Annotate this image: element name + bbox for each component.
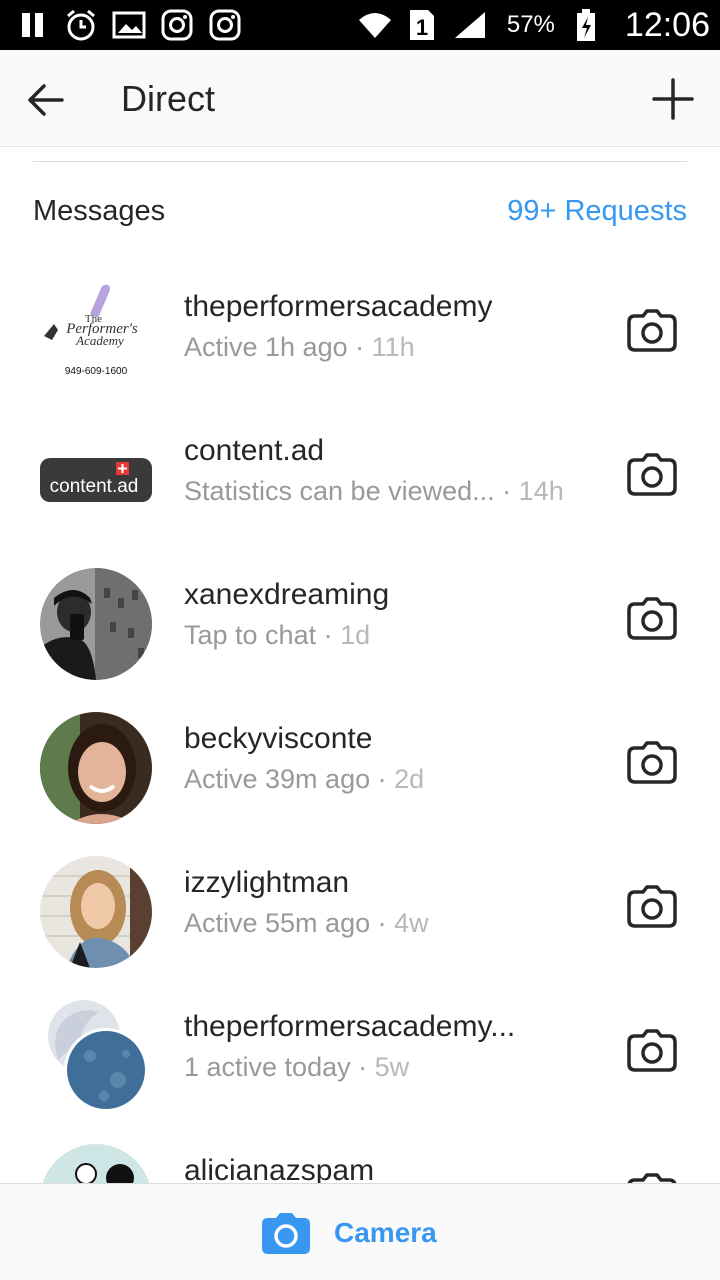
thread-status: Active 39m ago [184,764,371,794]
camera-label: Camera [334,1217,437,1248]
signal-icon [453,8,487,42]
sim-slot-number: 1 [416,15,428,40]
camera-icon[interactable] [627,308,677,352]
camera-icon [262,1212,310,1254]
camera-icon[interactable] [627,740,677,784]
thread-time: 1d [340,620,371,650]
logo-text-phone: 949-609-1600 [65,366,128,377]
thread-status: Tap to chat [184,620,317,650]
bottom-bar: Camera [0,1183,720,1280]
camera-icon[interactable] [627,884,677,928]
thread-subtitle: Tap to chat · 1d [184,620,371,650]
camera-icon[interactable] [627,596,677,640]
thread-username: izzylightman [184,866,350,899]
camera-icon[interactable] [627,1028,677,1072]
thread-row[interactable]: content.ad content.ad Statistics can be … [0,394,720,538]
clock: 12:06 [624,5,710,44]
thread-subtitle: 1 active today · 5w [184,1052,410,1082]
thread-row[interactable]: The Performer's Academy 949-609-1600 the… [0,250,720,394]
avatar [40,712,152,824]
thread-subtitle: Statistics can be viewed... · 14h [184,476,564,506]
camera-icon[interactable] [627,452,677,496]
thread-subtitle: Active 39m ago · 2d [184,764,425,794]
thread-subtitle: Active 1h ago · 11h [184,332,415,362]
avatar: The Performer's Academy 949-609-1600 [40,280,152,392]
page-title: Direct [121,78,216,119]
battery-icon [569,8,603,42]
thread-status: Active 55m ago [184,908,371,938]
thread-status: Statistics can be viewed... [184,476,495,506]
plus-icon[interactable] [652,78,694,120]
group-avatar [40,1000,152,1112]
instagram-icon [208,8,242,42]
thread-time: 11h [371,332,415,362]
thread-username: beckyvisconte [184,722,373,755]
sim-icon: 1 [405,8,439,42]
battery-percent: 57% [506,11,555,38]
pause-icon [16,8,50,42]
thread-list: The Performer's Academy 949-609-1600 the… [0,250,720,1258]
avatar [40,856,152,968]
back-arrow-icon[interactable] [26,80,66,120]
messages-heading: Messages [33,195,166,227]
logo-text-content-ad: content.ad [50,476,139,497]
logo-text-academy: Academy [75,333,124,348]
top-app-bar: Direct [0,50,720,147]
thread-row[interactable]: xanexdreaming Tap to chat · 1d [0,538,720,682]
camera-button[interactable]: Camera [262,1212,437,1254]
instagram-icon [160,8,194,42]
thread-username: content.ad [184,434,325,467]
requests-link[interactable]: 99+ Requests [507,195,687,228]
status-bar: 1 57% 12:06 [0,0,720,50]
thread-status: 1 active today [184,1052,351,1082]
thread-time: 4w [394,908,429,938]
thread-row[interactable]: izzylightman Active 55m ago · 4w [0,826,720,970]
alarm-icon [64,8,98,42]
avatar [40,568,152,680]
gallery-icon [112,8,146,42]
messages-section-header: Messages 99+ Requests [33,193,687,233]
thread-username: xanexdreaming [184,578,390,611]
thread-status: Active 1h ago [184,332,348,362]
thread-time: 14h [518,476,564,506]
thread-time: 5w [374,1052,410,1082]
thread-username: theperformersacademy... [184,1010,516,1043]
thread-username: theperformersacademy [184,290,493,323]
thread-row[interactable]: beckyvisconte Active 39m ago · 2d [0,682,720,826]
thread-subtitle: Active 55m ago · 4w [184,908,429,938]
avatar: content.ad [40,424,152,536]
thread-row[interactable]: theperformersacademy... 1 active today ·… [0,970,720,1114]
thread-time: 2d [394,764,425,794]
wifi-icon [357,8,391,42]
divider [33,161,687,162]
